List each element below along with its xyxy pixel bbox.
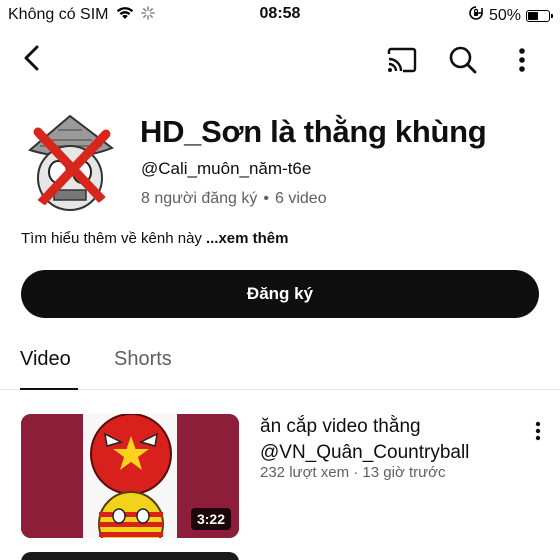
tab-shorts[interactable]: Shorts [114, 348, 172, 371]
about-text: Tìm hiểu thêm về kênh này [21, 230, 202, 247]
stats-separator: • [263, 190, 269, 207]
active-tab-indicator [20, 388, 78, 390]
channel-name: HD_Sơn là thằng khùng [140, 114, 487, 149]
channel-avatar[interactable] [20, 112, 120, 212]
next-video-thumbnail[interactable] [21, 552, 239, 560]
video-list-item[interactable]: 3:22 ăn cắp video thằng @VN_Quân_Country… [0, 414, 560, 544]
status-right: 50% [468, 5, 553, 26]
search-button[interactable] [443, 40, 483, 80]
cast-icon [387, 47, 417, 73]
meta-separator: · [353, 464, 359, 481]
cast-button[interactable] [382, 40, 422, 80]
video-count: 6 video [275, 190, 327, 207]
battery-level [528, 11, 538, 20]
orientation-lock-icon [468, 5, 484, 26]
battery-icon [526, 9, 553, 22]
search-icon [449, 46, 477, 74]
channel-tabs: Video Shorts [0, 338, 560, 390]
back-button[interactable] [14, 40, 50, 76]
status-bar: Không có SIM 08:58 50% [0, 0, 560, 30]
video-meta: 232 lượt xem · 13 giờ trước [260, 464, 446, 481]
video-thumbnail[interactable]: 3:22 [21, 414, 239, 538]
video-more-button[interactable] [528, 418, 548, 444]
tab-video[interactable]: Video [20, 348, 71, 371]
more-vertical-icon [535, 421, 541, 441]
channel-about[interactable]: Tìm hiểu thêm về kênh này ...xem thêm [21, 230, 288, 247]
chevron-left-icon [24, 45, 39, 71]
video-views: 232 lượt xem [260, 464, 350, 481]
video-title[interactable]: ăn cắp video thằng @VN_Quân_Countryball [260, 414, 510, 466]
about-more-link[interactable]: ...xem thêm [206, 230, 289, 247]
more-options-button[interactable] [504, 40, 540, 80]
subscribe-button[interactable]: Đăng ký [21, 270, 539, 318]
top-navigation [0, 36, 560, 80]
more-vertical-icon [519, 48, 525, 72]
subscriber-count: 8 người đăng ký [141, 190, 258, 207]
channel-handle: @Cali_muôn_năm-t6e [141, 159, 312, 178]
battery-percent: 50% [488, 6, 521, 24]
channel-stats: 8 người đăng ký • 6 video [141, 190, 327, 208]
video-age: 13 giờ trước [362, 464, 446, 481]
video-duration: 3:22 [190, 508, 231, 530]
